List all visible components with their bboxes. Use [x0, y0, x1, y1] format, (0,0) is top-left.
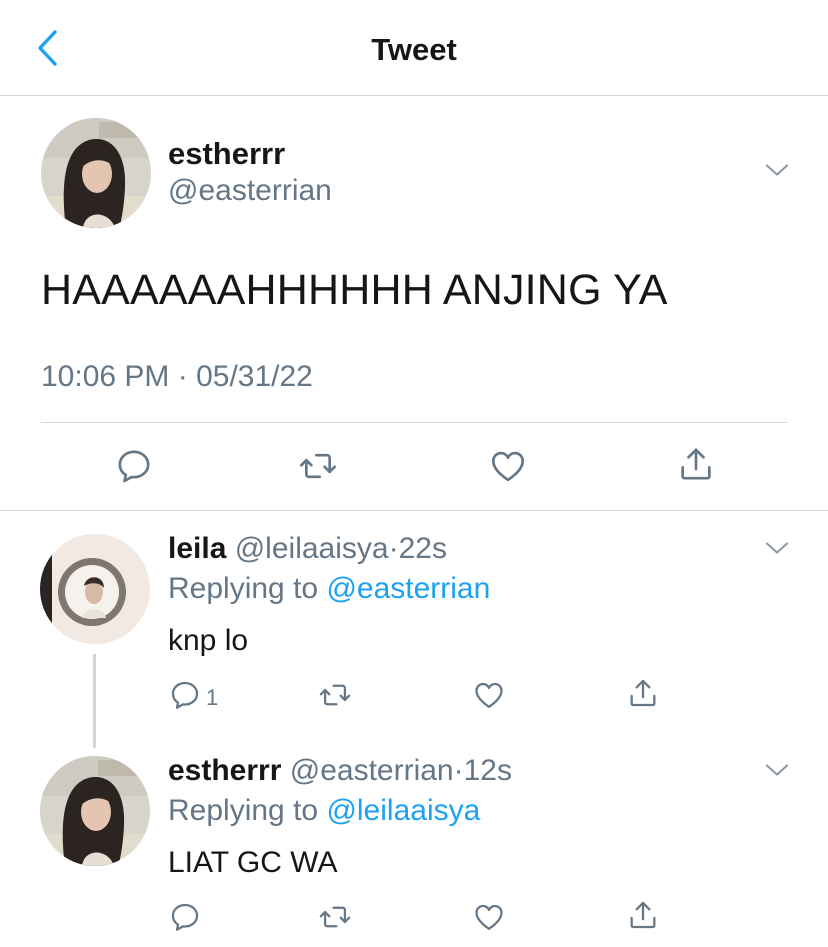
- reply-button[interactable]: 1: [168, 678, 218, 717]
- separator-dot: ·: [388, 532, 399, 565]
- reply-button[interactable]: [168, 900, 202, 939]
- mention-link[interactable]: @leilaaisya: [326, 794, 480, 827]
- chevron-down-icon: [763, 539, 791, 562]
- share-button[interactable]: [626, 898, 660, 937]
- tweet-text: HAAAAAAHHHHHH ANJING YA: [41, 266, 668, 314]
- retweet-button[interactable]: [318, 678, 352, 717]
- like-button[interactable]: [472, 678, 506, 717]
- reply-age: 12s: [463, 754, 512, 787]
- reply-header: estherrr @easterrian·12s: [168, 754, 512, 788]
- avatar[interactable]: [41, 118, 151, 228]
- divider: [0, 510, 828, 511]
- reply-text: knp lo: [168, 624, 249, 657]
- reply-author-name[interactable]: estherrr: [168, 754, 281, 787]
- tweet-timestamp[interactable]: 10:06 PM · 05/31/22: [41, 360, 313, 394]
- like-icon: [472, 900, 506, 939]
- share-icon: [626, 898, 660, 937]
- chevron-down-icon: [763, 161, 791, 184]
- author-handle[interactable]: @easterrian: [168, 174, 332, 208]
- reply-button[interactable]: [114, 446, 154, 491]
- like-icon: [488, 446, 528, 491]
- avatar[interactable]: [40, 534, 150, 644]
- reply-icon: [168, 678, 202, 717]
- avatar[interactable]: [40, 756, 150, 866]
- replying-to: Replying to @leilaaisya: [168, 794, 480, 828]
- reply-menu-button[interactable]: [760, 538, 794, 562]
- thread-connector: [93, 654, 96, 748]
- reply-author-handle[interactable]: @leilaaisya: [235, 532, 389, 565]
- share-button[interactable]: [676, 444, 716, 489]
- reply-author-handle[interactable]: @easterrian: [290, 754, 454, 787]
- retweet-icon: [298, 446, 338, 491]
- mention-link[interactable]: @easterrian: [326, 572, 490, 605]
- reply-count: 1: [206, 684, 219, 710]
- reply-icon: [114, 446, 154, 491]
- divider: [41, 422, 787, 423]
- chevron-down-icon: [763, 761, 791, 784]
- reply-menu-button[interactable]: [760, 760, 794, 784]
- tweet-menu-button[interactable]: [760, 160, 794, 184]
- reply-text: LIAT GC WA: [168, 846, 338, 879]
- replying-to: Replying to @easterrian: [168, 572, 490, 606]
- reply-age: 22s: [398, 532, 447, 565]
- share-icon: [676, 444, 716, 489]
- share-button[interactable]: [626, 676, 660, 715]
- retweet-button[interactable]: [298, 446, 338, 491]
- like-button[interactable]: [472, 900, 506, 939]
- reply-author-name[interactable]: leila: [168, 532, 226, 565]
- retweet-icon: [318, 900, 352, 939]
- replying-label: Replying to: [168, 572, 319, 605]
- page-title: Tweet: [371, 32, 457, 67]
- retweet-icon: [318, 678, 352, 717]
- reply-icon: [168, 900, 202, 939]
- like-icon: [472, 678, 506, 717]
- retweet-button[interactable]: [318, 900, 352, 939]
- share-icon: [626, 676, 660, 715]
- reply-header: leila @leilaaisya·22s: [168, 532, 447, 566]
- like-button[interactable]: [488, 446, 528, 491]
- separator-dot: ·: [453, 754, 464, 787]
- top-bar: Tweet: [0, 0, 828, 96]
- author-name[interactable]: estherrr: [168, 136, 285, 172]
- replying-label: Replying to: [168, 794, 319, 827]
